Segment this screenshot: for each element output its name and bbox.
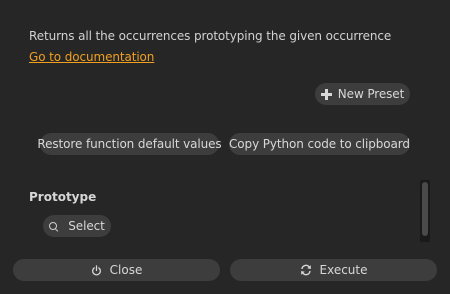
copy-python-button[interactable]: Copy Python code to clipboard bbox=[229, 133, 410, 155]
new-preset-label: New Preset bbox=[337, 87, 405, 101]
function-description: Returns all the occurrences prototyping … bbox=[29, 29, 392, 43]
close-label: Close bbox=[109, 263, 143, 277]
execute-label: Execute bbox=[319, 263, 368, 277]
new-preset-button[interactable]: New Preset bbox=[315, 83, 410, 105]
execute-button[interactable]: Execute bbox=[230, 259, 437, 281]
refresh-icon bbox=[300, 264, 311, 276]
prototype-section-title: Prototype bbox=[29, 190, 97, 204]
restore-defaults-button[interactable]: Restore function default values bbox=[37, 133, 222, 155]
close-button[interactable]: Close bbox=[13, 259, 220, 281]
plus-icon bbox=[320, 88, 332, 100]
select-label: Select bbox=[68, 219, 105, 233]
scrollbar-thumb[interactable] bbox=[422, 182, 428, 236]
documentation-link[interactable]: Go to documentation bbox=[29, 50, 154, 64]
search-icon bbox=[49, 221, 58, 231]
power-icon bbox=[91, 264, 101, 276]
select-button[interactable]: Select bbox=[43, 215, 111, 237]
